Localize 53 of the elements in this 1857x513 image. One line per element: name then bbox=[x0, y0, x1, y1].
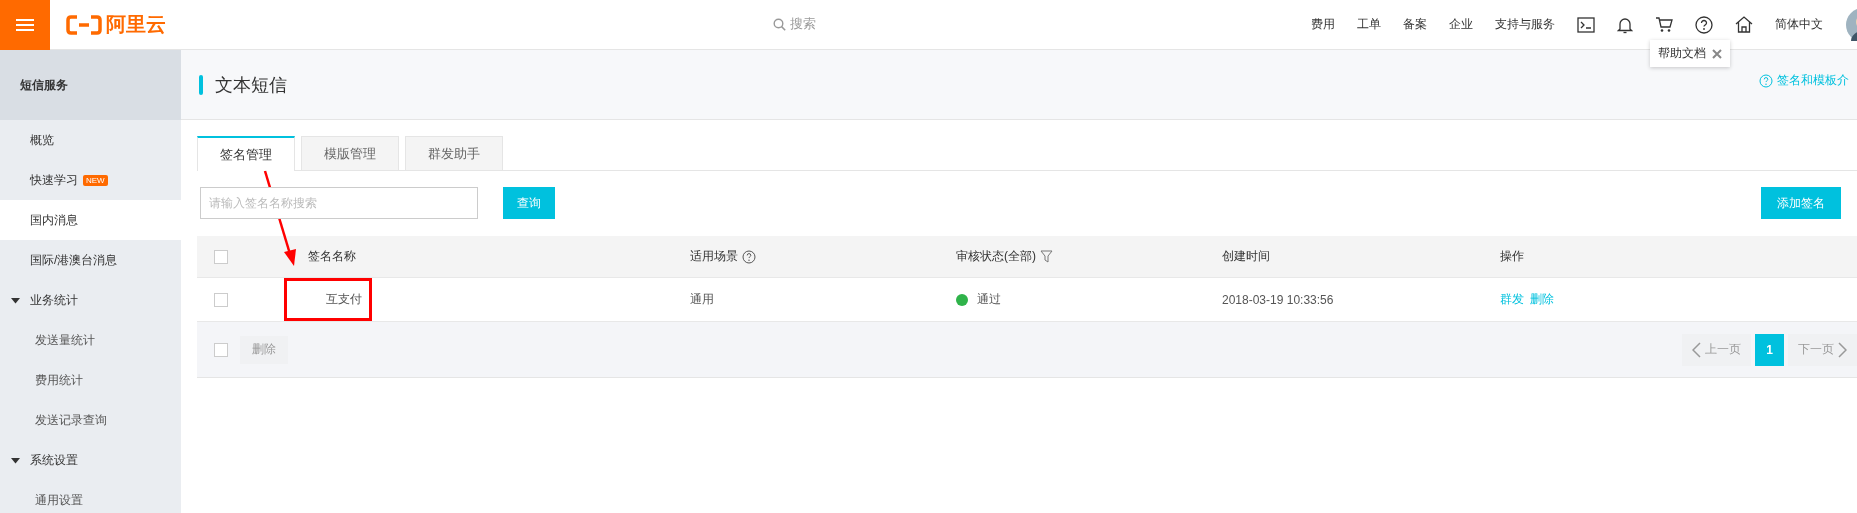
search-field[interactable]: 请输入签名名称搜索 bbox=[200, 187, 478, 219]
close-icon[interactable] bbox=[1712, 48, 1722, 59]
sidebar-group-label: 系统设置 bbox=[30, 451, 78, 469]
tab[interactable]: 模版管理 bbox=[301, 136, 399, 170]
column-header: 适用场景 bbox=[690, 248, 738, 265]
table-cell: 互支付 bbox=[326, 292, 362, 306]
sidebar-item-label: 快速学习 bbox=[30, 171, 78, 189]
cart-icon[interactable] bbox=[1655, 16, 1673, 33]
sidebar-item[interactable]: 发送量统计 bbox=[0, 320, 181, 360]
sidebar-item[interactable]: 费用统计 bbox=[0, 360, 181, 400]
chevron-right-icon bbox=[1838, 341, 1847, 358]
column-header: 审核状态(全部) bbox=[956, 248, 1036, 265]
home-icon[interactable] bbox=[1735, 16, 1753, 33]
sidebar-item[interactable]: 通用设置 bbox=[0, 480, 181, 513]
sidebar-item[interactable]: 发送记录查询 bbox=[0, 400, 181, 440]
page-title: 文本短信 bbox=[215, 73, 287, 97]
sidebar-item[interactable]: 国际/港澳台消息 bbox=[0, 240, 181, 280]
checkbox[interactable] bbox=[214, 292, 228, 307]
column-header: 操作 bbox=[1500, 248, 1524, 265]
status-text: 通过 bbox=[977, 291, 1001, 308]
nav-link[interactable]: 备案 bbox=[1403, 16, 1427, 33]
column-header: 签名名称 bbox=[308, 248, 356, 265]
tab[interactable]: 群发助手 bbox=[405, 136, 503, 170]
terminal-icon[interactable] bbox=[1577, 16, 1595, 33]
search-icon bbox=[773, 17, 786, 31]
checkbox[interactable] bbox=[214, 249, 228, 264]
tab[interactable]: 签名管理 bbox=[197, 136, 295, 171]
nav-link[interactable]: 费用 bbox=[1311, 16, 1335, 33]
sidebar-title: 短信服务 bbox=[0, 50, 181, 120]
sidebar-group[interactable]: 业务统计 bbox=[0, 280, 181, 320]
tooltip-text: 帮助文档 bbox=[1658, 45, 1706, 62]
sidebar-item[interactable]: 快速学习 NEW bbox=[0, 160, 181, 200]
nav-link[interactable]: 工单 bbox=[1357, 16, 1381, 33]
logo-icon bbox=[66, 14, 102, 35]
sidebar-group-label: 业务统计 bbox=[30, 291, 78, 309]
sidebar-item[interactable]: 概览 bbox=[0, 120, 181, 160]
chevron-left-icon bbox=[1692, 341, 1701, 358]
menu-button[interactable] bbox=[0, 0, 50, 50]
table-cell: 通用 bbox=[690, 292, 714, 306]
sidebar-item[interactable]: 国内消息 bbox=[0, 200, 181, 240]
help-icon[interactable] bbox=[1695, 15, 1713, 34]
filter-icon[interactable] bbox=[1040, 250, 1053, 263]
nav-link[interactable]: 支持与服务 bbox=[1495, 16, 1555, 33]
help-icon bbox=[1759, 73, 1773, 88]
sidebar-group[interactable]: 系统设置 bbox=[0, 440, 181, 480]
nav-link[interactable]: 企业 bbox=[1449, 16, 1473, 33]
column-header: 创建时间 bbox=[1222, 248, 1270, 265]
checkbox[interactable] bbox=[214, 342, 228, 357]
new-badge: NEW bbox=[83, 174, 108, 186]
menu-icon bbox=[16, 17, 34, 32]
nav-link[interactable]: 简体中文 bbox=[1775, 16, 1823, 33]
table-cell: 2018-03-19 10:33:56 bbox=[1222, 292, 1334, 307]
bell-icon[interactable] bbox=[1617, 15, 1633, 34]
